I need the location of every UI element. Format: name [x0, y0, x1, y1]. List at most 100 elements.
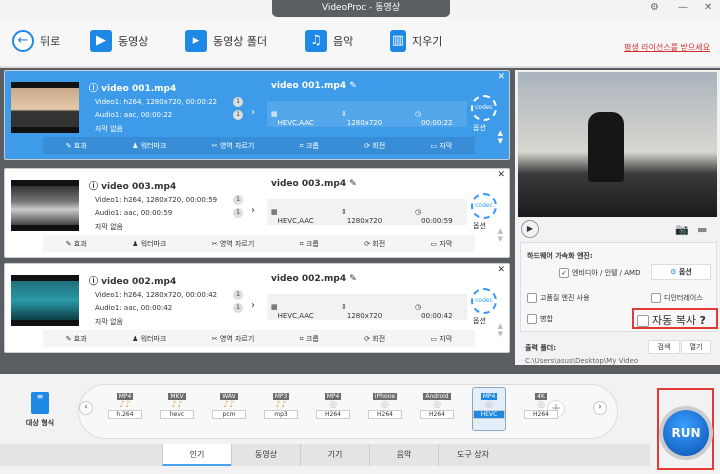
edit-3-button[interactable]: ⌗ 크롭 — [300, 141, 319, 151]
pencil-icon[interactable]: ✎ — [349, 274, 357, 284]
format-codec: hevc — [160, 410, 194, 419]
output-duration: ◷ 00:00:42 — [415, 303, 453, 320]
video-preview — [518, 72, 717, 217]
deinterlace-checkbox[interactable]: 디인터레이스 — [651, 293, 703, 303]
video-item[interactable]: ⓘ video 002.mp4 Video1: h264, 1280x720, … — [4, 263, 510, 353]
video-track: Video1: h264, 1280x720, 00:00:22 — [95, 98, 218, 106]
autocopy-checkbox[interactable]: 자동 복사 ? — [632, 308, 718, 329]
video-thumbnail — [11, 82, 79, 133]
edit-icon: ⌗ — [299, 334, 304, 343]
license-link[interactable]: 평생 라이선스를 받으세요 — [624, 42, 710, 53]
tab-1[interactable]: 동영상 — [231, 444, 300, 466]
edit-1-button[interactable]: ♟ 워터마크 — [132, 239, 166, 249]
edit-1-button[interactable]: ♟ 워터마크 — [132, 334, 166, 344]
browse-button[interactable]: 검색 — [648, 340, 680, 354]
edit-5-button[interactable]: ▭ 자막 — [431, 141, 453, 151]
output-info: ▦ HEVC,AAC ⇕ 1280x720 ◷ 00:00:59 — [267, 199, 467, 225]
pencil-icon[interactable]: ✎ — [349, 81, 357, 91]
edit-2-button[interactable]: ✂ 영역 자르기 — [212, 239, 255, 249]
edit-2-button[interactable]: ✂ 영역 자르기 — [212, 334, 255, 344]
edit-3-button[interactable]: ⌗ 크롭 — [300, 334, 319, 344]
output-name[interactable]: video 001.mp4 ✎ — [271, 81, 357, 91]
hw-accel-label: 엔비디아 / 인텔 / AMD — [572, 269, 641, 277]
minimize-button[interactable]: — — [678, 2, 688, 13]
format-item[interactable]: 4K ◎ H264 — [524, 391, 558, 429]
edit-0-button[interactable]: ✎ 효과 — [66, 334, 87, 344]
edit-5-button[interactable]: ▭ 자막 — [431, 239, 453, 249]
format-item[interactable]: Android ◎ H264 — [420, 391, 454, 429]
reorder-arrows-icon[interactable]: ▲ ▼ — [498, 322, 503, 338]
video-item[interactable]: ⓘ video 003.mp4 Video1: h264, 1280x720, … — [4, 168, 510, 258]
add-video-button[interactable]: ▶ 동영상 — [90, 30, 148, 52]
hq-checkbox[interactable]: 고품질 엔진 사용 — [527, 293, 590, 303]
add-music-button[interactable]: ♫ 음악 — [305, 30, 353, 52]
format-item[interactable]: MP4 ◎ HEVC — [472, 387, 506, 431]
format-item[interactable]: iPhone ◎ H264 — [368, 391, 402, 429]
pencil-icon[interactable]: ✎ — [349, 179, 357, 189]
right-panel: ▶ 📷 ▬ 하드웨어 가속화 엔진: ✓ 엔비디아 / 인텔 / AMD ⚙ 옵션… — [515, 70, 720, 365]
target-format-button[interactable]: ≡ 대상 형식 — [20, 392, 60, 428]
edit-3-button[interactable]: ⌗ 크롭 — [300, 239, 319, 249]
codec-option-label[interactable]: 옵션 — [473, 316, 486, 326]
video-item[interactable]: ⓘ video 001.mp4 Video1: h264, 1280x720, … — [4, 70, 510, 160]
codec-option-label[interactable]: 옵션 — [473, 123, 486, 133]
video-format-icon: ◎ — [381, 400, 389, 410]
edit-0-button[interactable]: ✎ 효과 — [66, 239, 87, 249]
remove-item-icon[interactable]: ✕ — [497, 72, 505, 82]
arrow-right-icon: › — [251, 205, 255, 216]
tab-0[interactable]: 인기 — [162, 444, 231, 466]
output-name[interactable]: video 003.mp4 ✎ — [271, 179, 357, 189]
subtitle-track[interactable]: 자막 없음 — [95, 317, 123, 327]
edit-5-button[interactable]: ▭ 자막 — [431, 334, 453, 344]
camera-icon[interactable]: 📷 — [675, 223, 689, 236]
format-item[interactable]: MP4 ◎ H264 — [316, 391, 350, 429]
clear-button[interactable]: ▥ 지우기 — [390, 30, 442, 52]
add-folder-button[interactable]: ▸ 동영상 폴더 — [185, 30, 267, 52]
reorder-arrows-icon[interactable]: ▲ ▼ — [498, 129, 503, 145]
option-button[interactable]: ⚙ 옵션 — [651, 264, 711, 280]
duration-text: 00:00:42 — [421, 312, 453, 320]
audio-track-count: 1 — [233, 110, 243, 120]
edit-1-button[interactable]: ♟ 워터마크 — [132, 141, 166, 151]
subtitle-track[interactable]: 자막 없음 — [95, 124, 123, 134]
edit-2-button[interactable]: ✂ 영역 자르기 — [212, 141, 255, 151]
format-item[interactable]: MKV ♪♪ hevc — [160, 391, 194, 429]
run-button[interactable]: RUN — [663, 410, 709, 456]
format-item[interactable]: MP3 ♪♪ mp3 — [264, 391, 298, 429]
reorder-arrows-icon[interactable]: ▲ ▼ — [498, 227, 503, 243]
tab-2[interactable]: 기기 — [300, 444, 369, 466]
settings-gear-icon[interactable]: ⚙ — [650, 2, 659, 13]
folder-icon[interactable]: ▬ — [697, 223, 707, 236]
play-button[interactable]: ▶ — [521, 220, 539, 238]
codec-option-button[interactable]: codec — [471, 95, 497, 121]
edit-4-button[interactable]: ⟳ 회전 — [364, 334, 385, 344]
audio-format-icon: ♪♪ — [223, 400, 235, 410]
codec-option-label[interactable]: 옵션 — [473, 221, 486, 231]
back-label: 뒤로 — [40, 35, 61, 48]
trash-icon: ▥ — [390, 30, 406, 52]
tab-4[interactable]: 도구 상자 — [438, 444, 507, 466]
edit-4-button[interactable]: ⟳ 회전 — [364, 141, 385, 151]
output-name[interactable]: video 002.mp4 ✎ — [271, 274, 357, 284]
edit-4-button[interactable]: ⟳ 회전 — [364, 239, 385, 249]
open-button[interactable]: 열기 — [681, 340, 711, 354]
subtitle-track[interactable]: 자막 없음 — [95, 222, 123, 232]
help-icon[interactable]: ? — [699, 314, 705, 327]
hw-accel-checkbox[interactable]: ✓ 엔비디아 / 인텔 / AMD — [559, 268, 640, 278]
checkbox — [527, 293, 537, 303]
back-button[interactable]: ← 뒤로 — [12, 30, 60, 52]
remove-item-icon[interactable]: ✕ — [497, 265, 505, 275]
close-button[interactable]: ✕ — [704, 2, 712, 13]
codec-option-button[interactable]: codec — [471, 288, 497, 314]
format-item[interactable]: WAV ♪♪ pcm — [212, 391, 246, 429]
prev-arrow[interactable]: ‹ — [79, 401, 93, 415]
edit-0-button[interactable]: ✎ 효과 — [66, 141, 87, 151]
remove-item-icon[interactable]: ✕ — [497, 170, 505, 180]
tab-3[interactable]: 음악 — [369, 444, 438, 466]
format-item[interactable]: MP4 ♪♪ h.264 — [108, 391, 142, 429]
codec-option-button[interactable]: codec — [471, 193, 497, 219]
edit-toolbar: ✎ 효과 ♟ 워터마크 ✂ 영역 자르기 ⌗ 크롭 ⟳ 회전 ▭ 자막 — [43, 235, 475, 252]
next-arrow[interactable]: › — [593, 401, 607, 415]
format-codec: H264 — [368, 410, 402, 419]
merge-checkbox[interactable]: 병합 — [527, 314, 553, 324]
